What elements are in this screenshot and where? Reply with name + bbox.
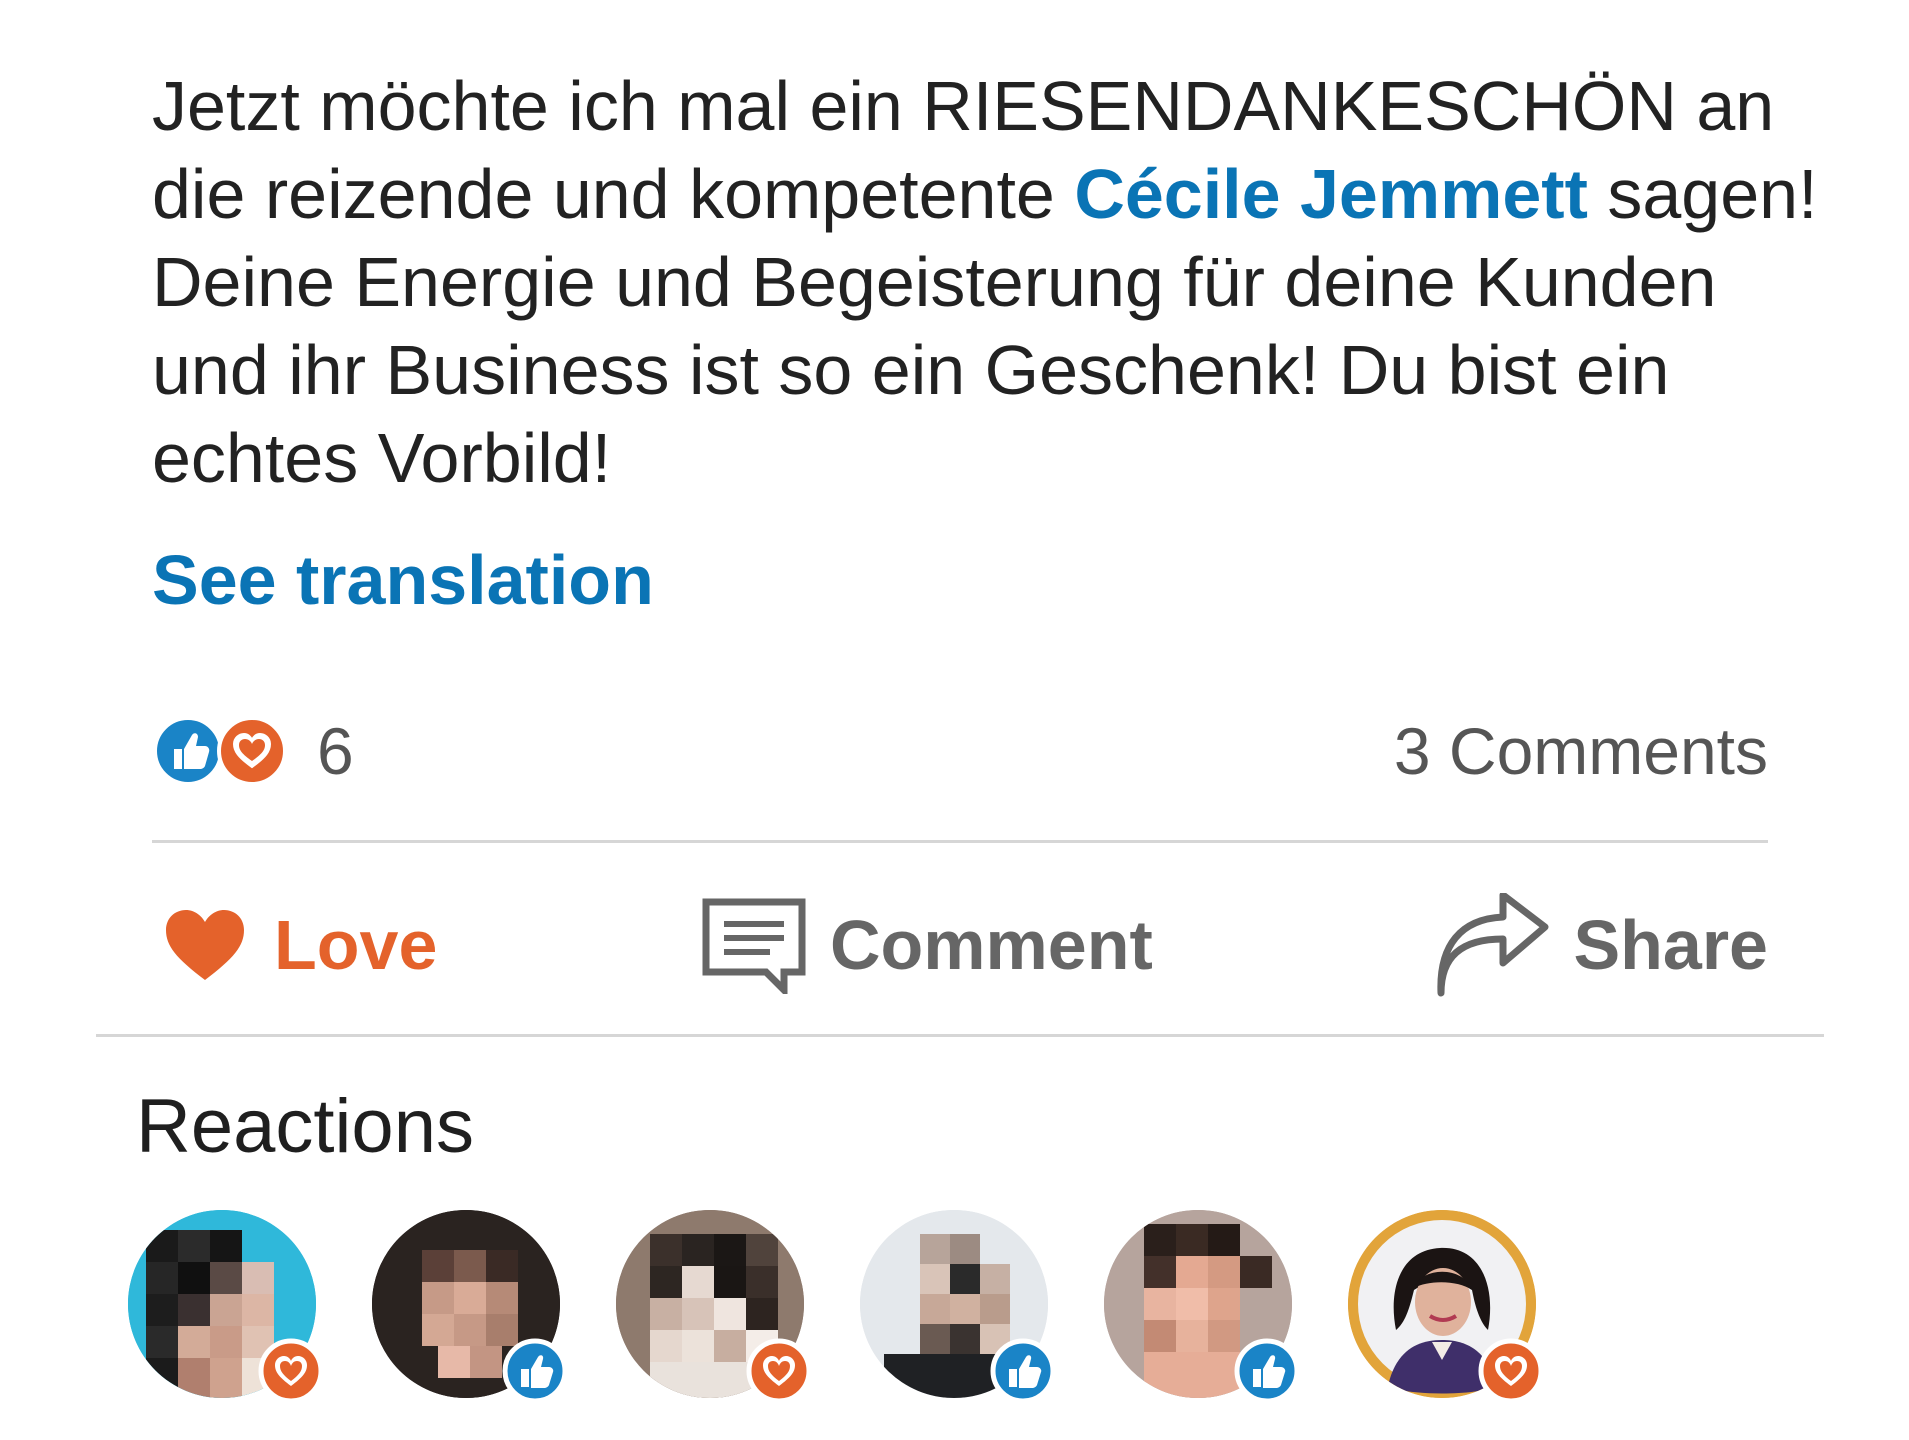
love-icon	[1478, 1338, 1544, 1404]
comment-label: Comment	[830, 906, 1153, 984]
love-icon	[258, 1338, 324, 1404]
reaction-count[interactable]: 6	[317, 711, 354, 791]
share-button[interactable]: Share	[1431, 880, 1768, 1010]
post-text: Jetzt möchte ich mal ein RIESENDANKESCHÖ…	[152, 62, 1832, 502]
action-bar: Love Comment Share	[152, 880, 1768, 1010]
comment-button[interactable]: Comment	[700, 880, 1153, 1010]
divider	[96, 1034, 1824, 1037]
love-button[interactable]: Love	[162, 880, 437, 1010]
divider	[152, 840, 1768, 843]
like-icon	[1234, 1338, 1300, 1404]
see-translation-link[interactable]: See translation	[152, 540, 654, 620]
comment-icon	[702, 898, 806, 994]
mention-link[interactable]: Cécile Jemmett	[1074, 155, 1588, 233]
share-icon	[1437, 893, 1549, 997]
social-counts: 6 3 Comments	[152, 705, 1768, 795]
reaction-summary-icons[interactable]	[152, 715, 302, 787]
love-icon	[217, 716, 287, 786]
reactions-avatar-list	[128, 1210, 1628, 1410]
comments-count[interactable]: 3 Comments	[1394, 711, 1768, 791]
love-label: Love	[274, 906, 438, 984]
like-icon	[502, 1338, 568, 1404]
reactions-heading: Reactions	[136, 1084, 474, 1169]
like-icon	[153, 716, 223, 786]
share-label: Share	[1573, 906, 1768, 984]
heart-icon	[166, 910, 244, 980]
love-icon	[746, 1338, 812, 1404]
like-icon	[990, 1338, 1056, 1404]
